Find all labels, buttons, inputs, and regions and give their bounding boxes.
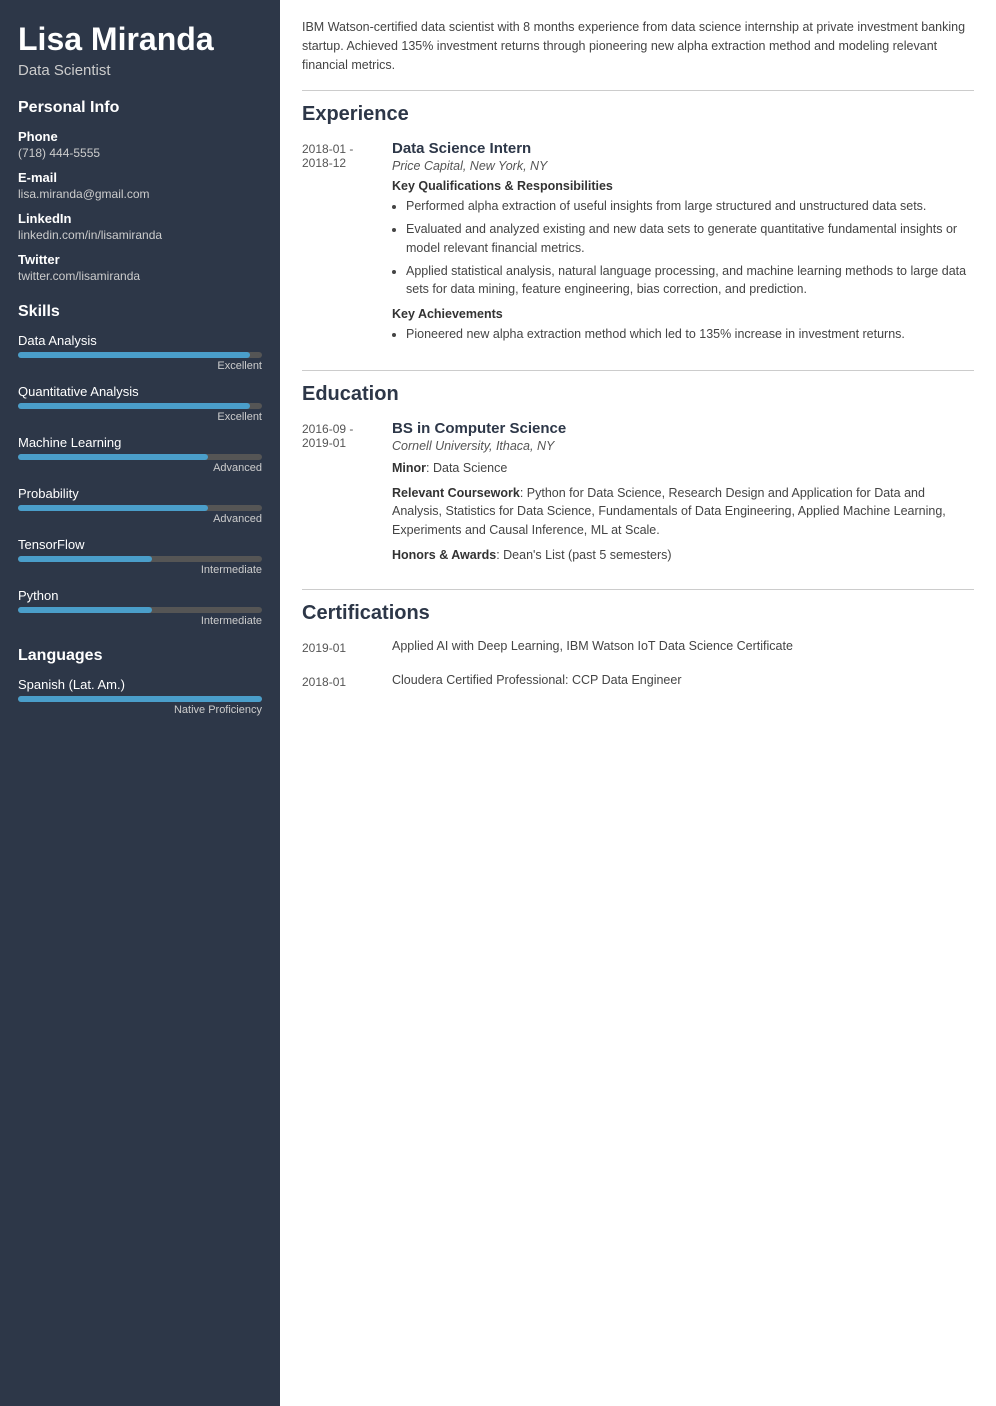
skill-level: Advanced [18,513,262,525]
experience-heading: Experience [302,103,974,126]
skill-bar-fill [18,352,250,358]
candidate-name: Lisa Miranda [18,20,262,58]
skill-bar-bg [18,352,262,358]
education-minor: Minor: Data Science [392,459,974,478]
certification-entry: 2019-01Applied AI with Deep Learning, IB… [302,639,974,655]
achievements-label: Key Achievements [392,307,974,321]
skill-bar-fill [18,454,208,460]
personal-info-heading: Personal Info [18,99,262,117]
bullet-item: Performed alpha extraction of useful ins… [406,197,974,216]
skill-level: Advanced [18,462,262,474]
education-entry: 2016-09 - 2019-01BS in Computer Science C… [302,420,974,571]
skills-list: Data Analysis Excellent Quantitative Analy… [18,333,262,627]
achievement-bullets: Pioneered new alpha extraction method wh… [406,325,974,344]
skill-name: Python [18,588,262,603]
experience-subtitle: Price Capital, New York, NY [392,159,974,173]
skills-section: Skills Data Analysis Excellent Quantitativ… [18,303,262,627]
summary-text: IBM Watson-certified data scientist with… [302,18,974,74]
education-institution: Cornell University, Ithaca, NY [392,439,974,453]
bullet-item: Applied statistical analysis, natural la… [406,262,974,300]
experience-title: Data Science Intern [392,140,974,157]
bullet-item: Evaluated and analyzed existing and new … [406,220,974,258]
certifications-list: 2019-01Applied AI with Deep Learning, IB… [302,639,974,689]
languages-heading: Languages [18,647,262,665]
personal-info-section: Personal Info Phone (718) 444-5555 E-mai… [18,99,262,283]
email-value: lisa.miranda@gmail.com [18,187,262,201]
skill-name: Data Analysis [18,333,262,348]
language-bar-bg [18,696,262,702]
experience-content: Data Science Intern Price Capital, New Yo… [392,140,974,352]
skills-heading: Skills [18,303,262,321]
skill-name: Machine Learning [18,435,262,450]
education-heading: Education [302,383,974,406]
qual-label: Key Qualifications & Responsibilities [392,179,974,193]
skill-bar-bg [18,454,262,460]
experience-list: 2018-01 - 2018-12Data Science Intern Pric… [302,140,974,352]
skill-bar-fill [18,607,152,613]
experience-entry: 2018-01 - 2018-12Data Science Intern Pric… [302,140,974,352]
achievement-item: Pioneered new alpha extraction method wh… [406,325,974,344]
education-honors: Honors & Awards: Dean's List (past 5 sem… [392,546,974,565]
skill-name: TensorFlow [18,537,262,552]
skill-level: Excellent [18,360,262,372]
skill-bar-bg [18,607,262,613]
certification-title: Applied AI with Deep Learning, IBM Watso… [392,639,793,655]
languages-list: Spanish (Lat. Am.) Native Proficiency [18,677,262,716]
education-content: BS in Computer Science Cornell University… [392,420,974,571]
sidebar: Lisa Miranda Data Scientist Personal Inf… [0,0,280,1406]
linkedin-label: LinkedIn [18,211,262,226]
email-label: E-mail [18,170,262,185]
language-name: Spanish (Lat. Am.) [18,677,262,692]
phone-value: (718) 444-5555 [18,146,262,160]
qual-bullets: Performed alpha extraction of useful ins… [406,197,974,299]
twitter-value: twitter.com/lisamiranda [18,269,262,283]
skill-bar-fill [18,505,208,511]
certification-date: 2018-01 [302,673,392,689]
skill-level: Intermediate [18,615,262,627]
language-level: Native Proficiency [18,704,262,716]
skill-bar-fill [18,556,152,562]
skill-bar-fill [18,403,250,409]
certification-date: 2019-01 [302,639,392,655]
education-degree: BS in Computer Science [392,420,974,437]
twitter-label: Twitter [18,252,262,267]
skill-bar-bg [18,505,262,511]
language-bar-fill [18,696,262,702]
linkedin-value: linkedin.com/in/lisamiranda [18,228,262,242]
education-coursework: Relevant Coursework: Python for Data Sci… [392,484,974,540]
skill-level: Intermediate [18,564,262,576]
certification-entry: 2018-01Cloudera Certified Professional: … [302,673,974,689]
skill-name: Quantitative Analysis [18,384,262,399]
skill-bar-bg [18,556,262,562]
education-list: 2016-09 - 2019-01BS in Computer Science C… [302,420,974,571]
phone-label: Phone [18,129,262,144]
certification-title: Cloudera Certified Professional: CCP Dat… [392,673,682,689]
skill-bar-bg [18,403,262,409]
certifications-heading: Certifications [302,602,974,625]
skill-name: Probability [18,486,262,501]
languages-section: Languages Spanish (Lat. Am.) Native Profi… [18,647,262,716]
experience-date: 2018-01 - 2018-12 [302,140,392,352]
candidate-title: Data Scientist [18,62,262,79]
main-content: IBM Watson-certified data scientist with… [280,0,996,1406]
education-date: 2016-09 - 2019-01 [302,420,392,571]
skill-level: Excellent [18,411,262,423]
